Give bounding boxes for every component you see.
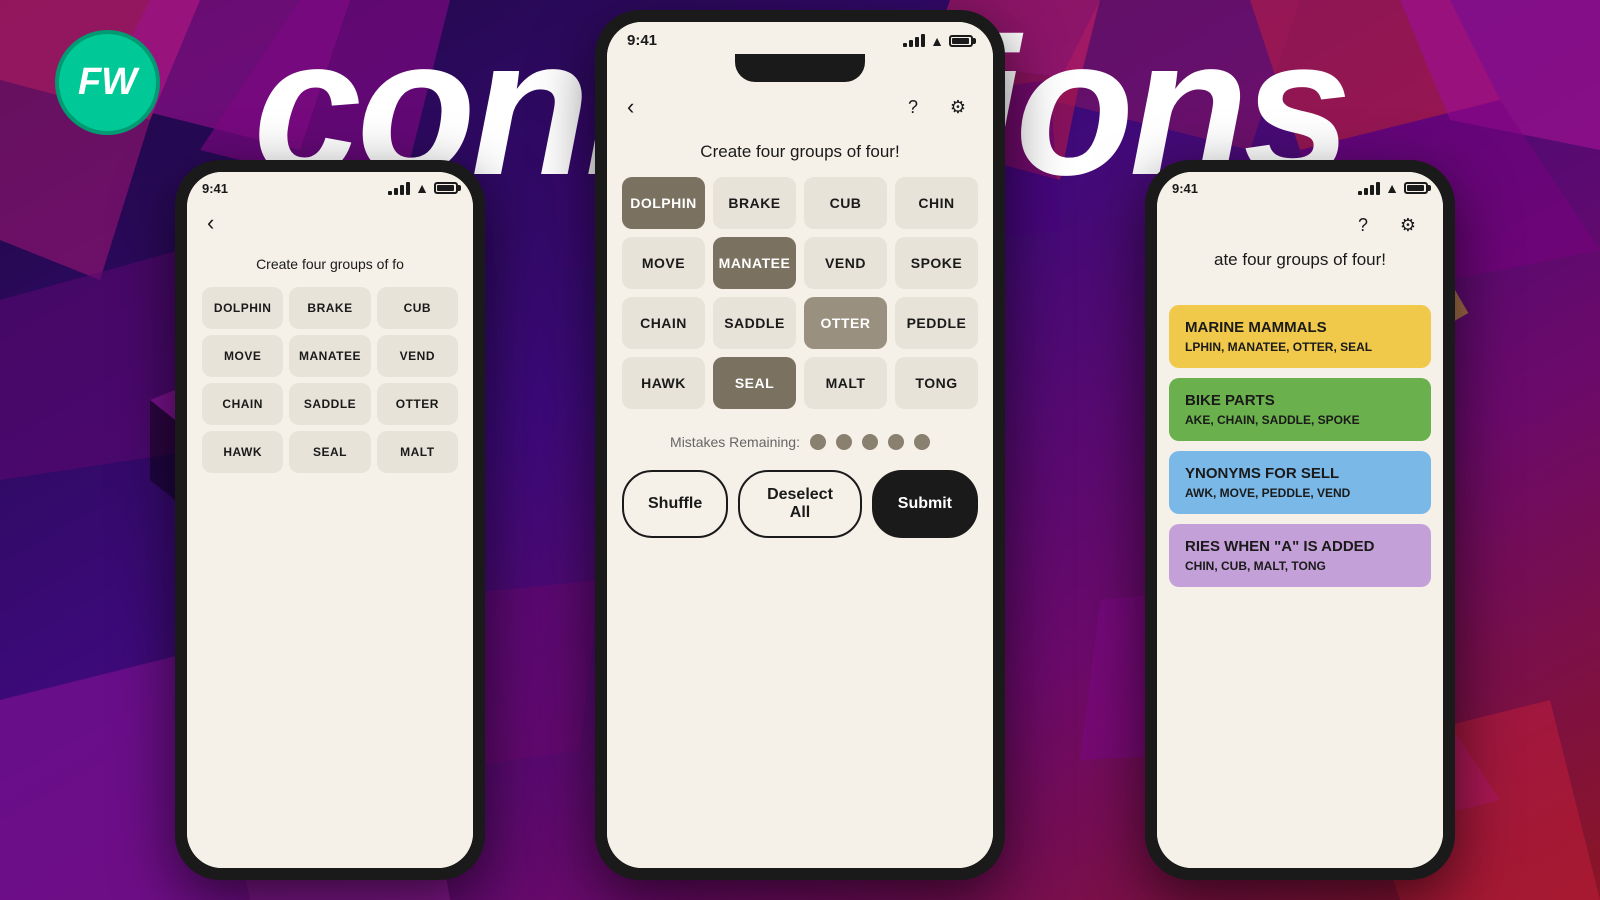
left-tile-hawk[interactable]: HAWK [202, 431, 283, 473]
marine-mammals-words: LPHIN, MANATEE, OTTER, SEAL [1185, 340, 1415, 354]
right-game-title: ate four groups of four! [1169, 250, 1431, 270]
tile-move[interactable]: MOVE [622, 237, 705, 289]
center-battery-icon [949, 35, 973, 47]
right-signal-icon [1358, 182, 1380, 195]
center-status-bar: 9:41 ▲ [607, 22, 993, 82]
results-content: MARINE MAMMALS LPHIN, MANATEE, OTTER, SE… [1157, 295, 1443, 868]
right-phone: 9:41 ▲ ? ⚙ a [1145, 160, 1455, 880]
cries-title: RIES WHEN "A" IS ADDED [1185, 538, 1415, 555]
left-tile-saddle[interactable]: SADDLE [289, 383, 370, 425]
left-phone-nav: ‹ [187, 200, 473, 246]
mistake-dot-1 [810, 434, 826, 450]
right-settings-icon[interactable]: ⚙ [1393, 210, 1423, 240]
center-signal-icon [903, 34, 925, 47]
result-cries: RIES WHEN "A" IS ADDED CHIN, CUB, MALT, … [1169, 524, 1431, 587]
center-phone-time: 9:41 [627, 32, 657, 49]
marine-mammals-title: MARINE MAMMALS [1185, 319, 1415, 336]
left-phone: 9:41 ▲ ‹ Create four groups of fo [175, 160, 485, 880]
center-phone-nav: ‹ ? ⚙ [607, 82, 993, 132]
mistake-dot-5 [914, 434, 930, 450]
right-help-icon[interactable]: ? [1348, 210, 1378, 240]
left-phone-status-bar: 9:41 ▲ [187, 172, 473, 200]
battery-icon [434, 182, 458, 194]
left-tile-move[interactable]: MOVE [202, 335, 283, 377]
right-battery-icon [1404, 182, 1428, 194]
left-word-grid: DOLPHIN BRAKE CUB MOVE MANATEE VEND CHAI… [202, 287, 458, 473]
cries-words: CHIN, CUB, MALT, TONG [1185, 559, 1415, 573]
center-game-content: Create four groups of four! DOLPHIN BRAK… [607, 132, 993, 868]
tile-brake[interactable]: BRAKE [713, 177, 796, 229]
center-word-grid: DOLPHIN BRAKE CUB CHIN MOVE MANATEE VEND… [622, 177, 978, 409]
left-back-button[interactable]: ‹ [207, 210, 214, 236]
phone-notch [735, 54, 865, 82]
bike-parts-title: BIKE PARTS [1185, 392, 1415, 409]
wifi-icon: ▲ [415, 180, 429, 196]
left-phone-status-icons: ▲ [388, 180, 458, 196]
left-tile-cub[interactable]: CUB [377, 287, 458, 329]
right-game-title-container: ate four groups of four! [1157, 250, 1443, 295]
tile-tong[interactable]: TONG [895, 357, 978, 409]
submit-button[interactable]: Submit [872, 470, 978, 538]
center-game-title: Create four groups of four! [622, 142, 978, 162]
result-bike-parts: BIKE PARTS AKE, CHAIN, SADDLE, SPOKE [1169, 378, 1431, 441]
mistakes-label: Mistakes Remaining: [670, 434, 800, 450]
mistake-dot-4 [888, 434, 904, 450]
deselect-button[interactable]: Deselect All [738, 470, 862, 538]
help-icon[interactable]: ? [898, 92, 928, 122]
tile-otter[interactable]: OTTER [804, 297, 887, 349]
center-wifi-icon: ▲ [930, 33, 944, 49]
signal-icon [388, 182, 410, 195]
fw-logo: FW [55, 30, 160, 135]
synonyms-words: AWK, MOVE, PEDDLE, VEND [1185, 486, 1415, 500]
bike-parts-words: AKE, CHAIN, SADDLE, SPOKE [1185, 413, 1415, 427]
left-tile-brake[interactable]: BRAKE [289, 287, 370, 329]
mistake-dot-2 [836, 434, 852, 450]
tile-malt[interactable]: MALT [804, 357, 887, 409]
center-back-button[interactable]: ‹ [627, 94, 634, 120]
tile-vend[interactable]: VEND [804, 237, 887, 289]
left-tile-seal[interactable]: SEAL [289, 431, 370, 473]
left-tile-manatee[interactable]: MANATEE [289, 335, 370, 377]
right-phone-time: 9:41 [1172, 181, 1198, 196]
tile-seal[interactable]: SEAL [713, 357, 796, 409]
right-phone-status-bar: 9:41 ▲ [1157, 172, 1443, 200]
left-tile-otter[interactable]: OTTER [377, 383, 458, 425]
shuffle-button[interactable]: Shuffle [622, 470, 728, 538]
center-phone: 9:41 ▲ ‹ ? [595, 10, 1005, 880]
left-game-title: Create four groups of fo [202, 256, 458, 272]
left-tile-chain[interactable]: CHAIN [202, 383, 283, 425]
right-nav-icons: ? ⚙ [1348, 210, 1423, 240]
settings-icon[interactable]: ⚙ [943, 92, 973, 122]
mistake-dot-3 [862, 434, 878, 450]
tile-chain[interactable]: CHAIN [622, 297, 705, 349]
action-buttons: Shuffle Deselect All Submit [622, 470, 978, 538]
center-nav-icons: ? ⚙ [898, 92, 973, 122]
left-tile-dolphin[interactable]: DOLPHIN [202, 287, 283, 329]
mistakes-row: Mistakes Remaining: [622, 434, 978, 450]
left-tile-malt[interactable]: MALT [377, 431, 458, 473]
left-tile-vend[interactable]: VEND [377, 335, 458, 377]
result-synonyms: YNONYMS FOR SELL AWK, MOVE, PEDDLE, VEND [1169, 451, 1431, 514]
tile-cub[interactable]: CUB [804, 177, 887, 229]
tile-dolphin[interactable]: DOLPHIN [622, 177, 705, 229]
tile-chin[interactable]: CHIN [895, 177, 978, 229]
tile-peddle[interactable]: PEDDLE [895, 297, 978, 349]
tile-hawk[interactable]: HAWK [622, 357, 705, 409]
left-phone-game: Create four groups of fo DOLPHIN BRAKE C… [187, 246, 473, 868]
right-status-icons: ▲ [1358, 180, 1428, 196]
left-phone-time: 9:41 [202, 181, 228, 196]
synonyms-title: YNONYMS FOR SELL [1185, 465, 1415, 482]
right-wifi-icon: ▲ [1385, 180, 1399, 196]
tile-saddle[interactable]: SADDLE [713, 297, 796, 349]
center-status-icons: ▲ [903, 33, 973, 49]
tile-manatee[interactable]: MANATEE [713, 237, 796, 289]
result-marine-mammals: MARINE MAMMALS LPHIN, MANATEE, OTTER, SE… [1169, 305, 1431, 368]
right-phone-nav: ? ⚙ [1157, 200, 1443, 250]
tile-spoke[interactable]: SPOKE [895, 237, 978, 289]
